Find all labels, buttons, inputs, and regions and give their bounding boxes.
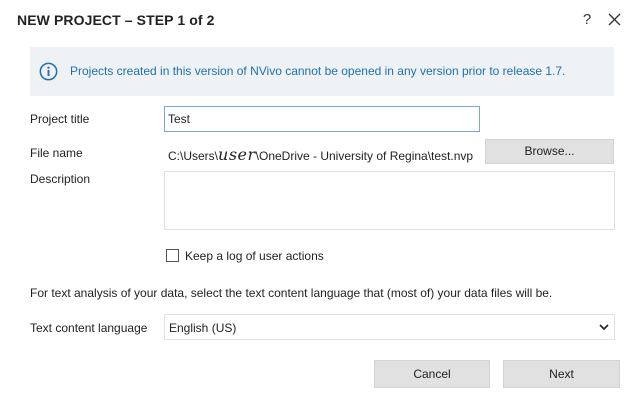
cancel-button[interactable]: Cancel <box>374 360 490 388</box>
language-select-value: English (US) <box>169 321 237 335</box>
info-circle-icon <box>39 62 58 81</box>
project-title-label: Project title <box>30 112 90 126</box>
title-bar: NEW PROJECT – STEP 1 of 2 ? <box>0 0 641 40</box>
log-checkbox-label[interactable]: Keep a log of user actions <box>185 249 324 263</box>
info-banner: Projects created in this version of NViv… <box>30 47 614 96</box>
file-name-prefix: C:\Users\ <box>168 149 219 163</box>
close-button[interactable] <box>603 9 625 31</box>
chevron-down-icon <box>599 324 609 331</box>
close-icon <box>608 13 620 26</box>
browse-button[interactable]: Browse... <box>485 139 614 164</box>
description-label: Description <box>30 172 91 186</box>
language-instruction: For text analysis of your data, select t… <box>30 286 553 300</box>
description-textarea[interactable] <box>164 171 615 230</box>
file-name-input[interactable]: C:\Users\user\OneDrive - University of R… <box>164 139 480 165</box>
language-select[interactable]: English (US) <box>164 314 615 340</box>
new-project-dialog: NEW PROJECT – STEP 1 of 2 ? Projects cre… <box>0 0 641 406</box>
dialog-title: NEW PROJECT – STEP 1 of 2 <box>17 12 215 28</box>
file-name-user: user <box>218 145 256 164</box>
file-name-suffix: \OneDrive - University of Regina\test.nv… <box>255 149 474 163</box>
project-title-input[interactable]: Test <box>164 106 480 132</box>
help-button[interactable]: ? <box>576 9 598 31</box>
language-label: Text content language <box>30 321 148 335</box>
file-name-label: File name <box>30 146 83 160</box>
log-checkbox[interactable] <box>166 249 179 262</box>
info-message: Projects created in this version of NViv… <box>70 64 566 78</box>
next-button[interactable]: Next <box>503 360 620 388</box>
